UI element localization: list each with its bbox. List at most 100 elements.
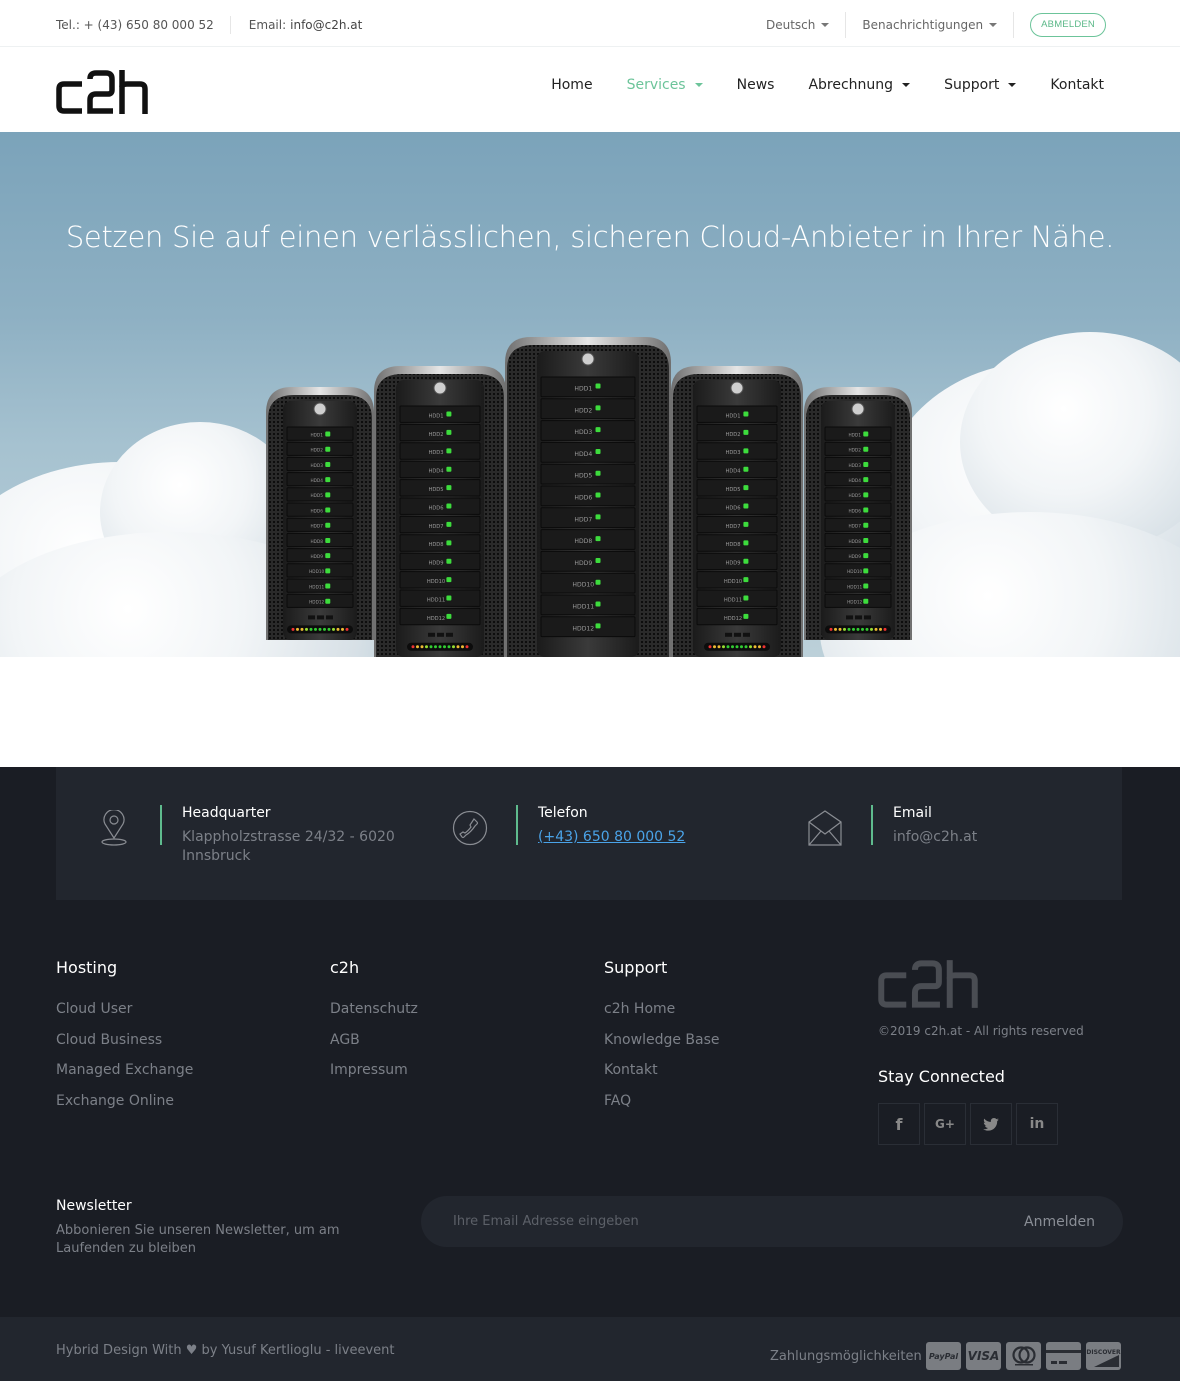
drive-label: HDD7 bbox=[725, 524, 740, 530]
c2h-logo[interactable] bbox=[56, 70, 148, 114]
caret-down-icon bbox=[1008, 83, 1017, 87]
drive-label: HDD3 bbox=[725, 450, 740, 456]
drive-label: HDD10 bbox=[427, 579, 445, 585]
newsletter-description: Abbonieren Sie unseren Newsletter, um am… bbox=[56, 1223, 340, 1256]
linkedin-icon[interactable]: in bbox=[1016, 1103, 1058, 1145]
drive-led bbox=[595, 536, 601, 542]
footer-logo bbox=[878, 960, 978, 1008]
newsletter-subscribe-button[interactable]: Anmelden bbox=[1024, 1196, 1095, 1247]
drive-led bbox=[325, 431, 331, 437]
accent-divider bbox=[160, 805, 162, 845]
facebook-icon[interactable]: f bbox=[878, 1103, 920, 1145]
drive-label: HDD9 bbox=[428, 561, 443, 567]
server-tower: HDD1 HDD2 HDD3 HDD4 HDD5 HDD6 HDD7 HDD8 HDD9 HDD1… bbox=[671, 366, 803, 657]
nav-label: Home bbox=[551, 77, 593, 93]
drive-led bbox=[446, 466, 452, 472]
telefon-link[interactable]: (+43) 650 80 000 52 bbox=[538, 829, 685, 845]
drive-led bbox=[446, 613, 452, 619]
divider bbox=[1013, 12, 1015, 38]
topbar-email-label: Email: bbox=[248, 18, 287, 32]
drive-label: HDD9 bbox=[848, 554, 861, 560]
nav-home[interactable]: Home bbox=[551, 77, 592, 93]
drive-led bbox=[446, 577, 452, 583]
nav-services[interactable]: Services bbox=[627, 77, 703, 93]
drive-led bbox=[743, 521, 749, 527]
drive-label: HDD7 bbox=[310, 524, 323, 530]
nav-label: Support bbox=[944, 77, 1000, 93]
drive-label: HDD2 bbox=[310, 448, 323, 454]
drive-label: HDD12 bbox=[847, 600, 862, 606]
footer-link[interactable]: c2h Home bbox=[604, 999, 720, 1030]
drive-led bbox=[743, 540, 749, 546]
drive-label: HDD10 bbox=[572, 582, 594, 589]
google-plus-icon[interactable]: G+ bbox=[924, 1103, 966, 1145]
footer-link[interactable]: AGB bbox=[330, 1030, 418, 1061]
drive-led bbox=[863, 583, 869, 589]
drive-label: HDD8 bbox=[574, 538, 592, 545]
footer-link[interactable]: Kontakt bbox=[604, 1060, 720, 1091]
drive-led bbox=[446, 595, 452, 601]
drive-led bbox=[325, 583, 331, 589]
drive-led bbox=[446, 485, 452, 491]
newsletter-form: Anmelden bbox=[421, 1196, 1123, 1247]
stay-connected-title: Stay Connected bbox=[878, 1067, 1005, 1086]
footer-link[interactable]: Managed Exchange bbox=[56, 1060, 193, 1091]
footer-link[interactable]: Impressum bbox=[330, 1060, 418, 1091]
notifications-dropdown[interactable]: Benachrichtigungen bbox=[862, 18, 998, 32]
topbar-actions: Deutsch Benachrichtigungen ABMELDEN bbox=[766, 12, 1106, 38]
logout-button[interactable]: ABMELDEN bbox=[1030, 13, 1106, 37]
contact-info-box: Headquarter Klappholzstrasse 24/32 - 602… bbox=[56, 767, 1122, 900]
drive-label: HDD11 bbox=[309, 584, 324, 590]
drive-led bbox=[595, 623, 601, 629]
phone-icon bbox=[444, 805, 496, 851]
drive-led bbox=[446, 448, 452, 454]
headquarter-address-line2: Innsbruck bbox=[182, 848, 251, 864]
email-title: Email bbox=[893, 805, 932, 821]
map-pin-icon bbox=[88, 805, 140, 851]
drive-label: HDD6 bbox=[428, 505, 443, 511]
caret-down-icon bbox=[989, 23, 998, 27]
twitter-icon[interactable] bbox=[970, 1103, 1012, 1145]
topbar-email[interactable]: info@c2h.at bbox=[290, 18, 362, 32]
column-title: c2h bbox=[330, 958, 360, 977]
drive-label: HDD5 bbox=[848, 493, 861, 499]
nav-abrechnung[interactable]: Abrechnung bbox=[808, 77, 911, 93]
drive-label: HDD4 bbox=[725, 469, 740, 475]
nav-support[interactable]: Support bbox=[944, 77, 1017, 93]
drive-led bbox=[325, 446, 331, 452]
nav-kontakt[interactable]: Kontakt bbox=[1050, 77, 1104, 93]
drive-led bbox=[743, 429, 749, 435]
drive-label: HDD6 bbox=[310, 508, 323, 514]
server-tower: HDD1 HDD2 HDD3 HDD4 HDD5 HDD6 HDD7 HDD8 HDD9 HDD1… bbox=[374, 366, 506, 657]
power-button-icon bbox=[851, 402, 865, 416]
newsletter-email-input[interactable] bbox=[453, 1196, 973, 1247]
footer-link[interactable]: Exchange Online bbox=[56, 1091, 193, 1122]
footer-link[interactable]: Datenschutz bbox=[330, 999, 418, 1030]
bottom-bar: Hybrid Design With ♥ by Yusuf Kertlioglu… bbox=[0, 1317, 1180, 1381]
footer-link[interactable]: Knowledge Base bbox=[604, 1030, 720, 1061]
language-dropdown[interactable]: Deutsch bbox=[766, 18, 830, 32]
drive-led bbox=[325, 553, 331, 559]
drive-label: HDD3 bbox=[428, 450, 443, 456]
footer-link[interactable]: Cloud Business bbox=[56, 1030, 193, 1061]
drive-label: HDD4 bbox=[310, 478, 323, 484]
footer-link[interactable]: FAQ bbox=[604, 1091, 720, 1122]
footer-link[interactable]: Cloud User bbox=[56, 999, 193, 1030]
drive-label: HDD11 bbox=[572, 604, 594, 611]
drive-label: HDD3 bbox=[574, 429, 592, 436]
drive-label: HDD6 bbox=[848, 508, 861, 514]
drive-led bbox=[446, 503, 452, 509]
drive-led bbox=[863, 477, 869, 483]
drive-led bbox=[595, 448, 601, 454]
language-label: Deutsch bbox=[766, 18, 816, 32]
drive-led bbox=[743, 613, 749, 619]
drive-label: HDD2 bbox=[428, 432, 443, 438]
email-value[interactable]: info@c2h.at bbox=[893, 828, 977, 847]
drive-label: HDD4 bbox=[574, 451, 592, 458]
nav-news[interactable]: News bbox=[737, 77, 775, 93]
server-tower: HDD1 HDD2 HDD3 HDD4 HDD5 HDD6 HDD7 HDD8 HDD9 HDD1… bbox=[266, 387, 374, 640]
drive-led bbox=[325, 598, 331, 604]
footer-column-hosting: Hosting Cloud User Cloud Business Manage… bbox=[56, 958, 193, 1121]
drive-label: HDD1 bbox=[725, 413, 740, 419]
drive-led bbox=[595, 405, 601, 411]
